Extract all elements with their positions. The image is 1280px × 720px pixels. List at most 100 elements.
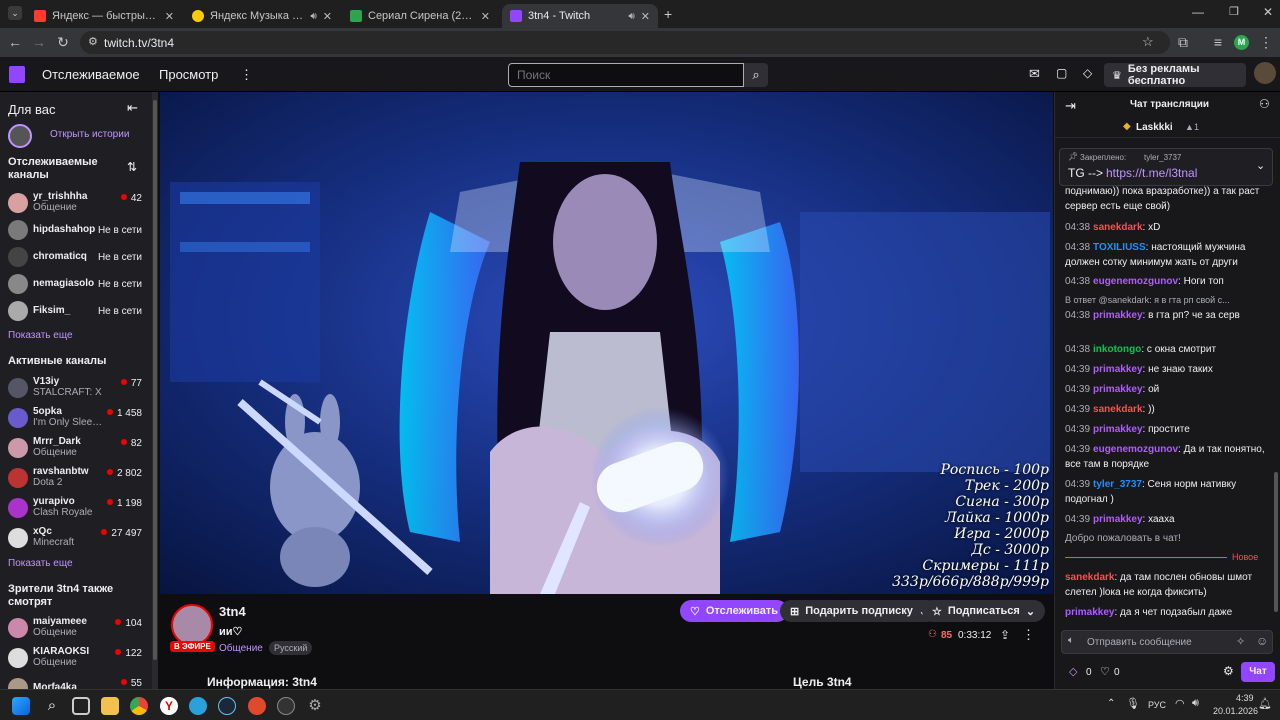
steam-icon[interactable] bbox=[218, 697, 236, 715]
sidebar-channel[interactable]: KIARAOKSI Общение 122 bbox=[0, 645, 150, 671]
close-icon[interactable]: ✕ bbox=[481, 10, 490, 23]
app-icon[interactable] bbox=[248, 697, 266, 715]
wifi-icon[interactable]: ◠ bbox=[1175, 697, 1185, 710]
sidebar-channel[interactable]: nemagiasolo Не в сети bbox=[0, 271, 150, 297]
sidebar-channel[interactable]: 5opka I'm Only Sleep... 1 458 bbox=[0, 405, 150, 431]
chat-send-button[interactable]: Чат bbox=[1241, 662, 1275, 682]
site-info-icon[interactable]: ⚙ bbox=[88, 35, 98, 48]
sidebar-scrollbar[interactable] bbox=[152, 92, 158, 689]
emote-picker-icon[interactable]: ✧ bbox=[1236, 635, 1245, 648]
speaker-muted-icon[interactable]: 🔈︎ bbox=[1068, 635, 1074, 646]
close-window-button[interactable]: ✕ bbox=[1263, 5, 1273, 19]
volume-icon[interactable]: 🔊︎ bbox=[1192, 697, 1199, 710]
tray-chevron-icon[interactable]: ⌃ bbox=[1107, 698, 1115, 709]
gift-sub-button[interactable]: ⊞ Подарить подписку ⌄ bbox=[780, 600, 939, 622]
search-field[interactable] bbox=[508, 63, 744, 87]
chat-input-box[interactable]: 🔈︎ Отправить сообщение ✧ ☺ bbox=[1061, 630, 1273, 654]
sort-icon[interactable]: ⇅ bbox=[127, 160, 137, 174]
collapse-sidebar-icon[interactable]: ⇤ bbox=[127, 100, 138, 116]
chat-settings-icon[interactable]: ⚙ bbox=[1223, 664, 1234, 678]
speaker-icon[interactable]: 🔊︎ bbox=[310, 11, 316, 22]
sidebar-channel[interactable]: ravshanbtw Dota 2 2 802 bbox=[0, 465, 150, 491]
whispers-icon[interactable]: ▢ bbox=[1056, 66, 1067, 80]
nav-following[interactable]: Отслеживаемое bbox=[42, 67, 140, 82]
clock-time[interactable]: 4:39 bbox=[1236, 693, 1254, 703]
new-tab-button[interactable]: + bbox=[664, 6, 672, 22]
microphone-icon[interactable]: 🎙︎ bbox=[1126, 697, 1140, 710]
windows-start-icon[interactable] bbox=[12, 697, 30, 715]
task-view-icon[interactable] bbox=[72, 697, 90, 715]
inbox-icon[interactable]: ✉ bbox=[1029, 66, 1040, 82]
chat-username[interactable]: primakkey bbox=[1093, 310, 1142, 321]
language-tag[interactable]: Русский bbox=[269, 641, 313, 655]
sidebar-channel[interactable]: yr_trishhha Общение 42 bbox=[0, 190, 150, 216]
speaker-icon[interactable]: 🔊︎ bbox=[628, 11, 634, 22]
settings-icon[interactable]: ⚙ bbox=[306, 697, 324, 715]
sidebar-channel[interactable]: Fiksim_ Не в сети bbox=[0, 298, 150, 324]
chat-scrollbar[interactable] bbox=[1274, 472, 1278, 612]
clock-date[interactable]: 20.01.2026 bbox=[1213, 706, 1258, 716]
chat-username[interactable]: eugenemozgunov bbox=[1093, 444, 1178, 455]
show-more-active[interactable]: Показать еще bbox=[8, 558, 73, 569]
yandex-browser-icon[interactable]: Y bbox=[160, 697, 178, 715]
chrome-icon[interactable] bbox=[130, 697, 148, 715]
chat-username[interactable]: primakkey bbox=[1093, 364, 1142, 375]
chat-username[interactable]: primakkey bbox=[1093, 424, 1142, 435]
minimize-button[interactable]: — bbox=[1192, 5, 1204, 19]
notification-bell-icon[interactable]: 🔔︎ bbox=[1258, 697, 1272, 710]
forward-icon[interactable]: → bbox=[31, 34, 47, 50]
sidebar-channel[interactable]: yurapivo Clash Royale 1 198 bbox=[0, 495, 150, 521]
community-icon[interactable]: ⚇ bbox=[1259, 97, 1270, 111]
menu-icon[interactable]: ⋮ bbox=[1258, 34, 1274, 50]
pinned-message[interactable]: 📌︎ Закреплено: tyler_3737 TG --> https:/… bbox=[1059, 148, 1273, 186]
chat-username[interactable]: sanekdark bbox=[1065, 572, 1114, 583]
subscribe-button[interactable]: ☆ Подписаться ⌄ bbox=[922, 600, 1046, 622]
chat-username[interactable]: inkotongo bbox=[1093, 344, 1141, 355]
emoji-icon[interactable]: ☺ bbox=[1256, 634, 1268, 648]
tab-series[interactable]: Сериал Сирена (2018) Смотре ✕ bbox=[342, 4, 498, 28]
share-icon[interactable]: ⇪ bbox=[1000, 628, 1010, 642]
twitch-logo-icon[interactable] bbox=[9, 66, 25, 83]
sidebar-channel[interactable]: xQc Minecraft 27 497 bbox=[0, 525, 150, 551]
maximize-button[interactable]: ❐ bbox=[1229, 5, 1239, 18]
channel-name[interactable]: 3tn4 bbox=[219, 604, 246, 619]
close-icon[interactable]: ✕ bbox=[323, 10, 332, 23]
chat-username[interactable]: eugenemozgunov bbox=[1093, 276, 1178, 287]
top-user[interactable]: Laskkki bbox=[1136, 122, 1173, 133]
pinned-link[interactable]: https://t.me/l3tnal bbox=[1106, 166, 1197, 180]
chevron-down-icon[interactable]: ⌄ bbox=[1256, 159, 1265, 172]
category-link[interactable]: Общение bbox=[219, 643, 263, 654]
extensions-icon[interactable]: ⧉ bbox=[1175, 34, 1191, 50]
chat-username[interactable]: sanekdark bbox=[1093, 404, 1142, 415]
follow-button[interactable]: ♡ Отслеживать bbox=[680, 600, 789, 622]
collapse-chat-icon[interactable]: ⇥ bbox=[1065, 98, 1076, 114]
sidebar-channel[interactable]: chromaticq Не в сети bbox=[0, 244, 150, 270]
channel-points-icon[interactable]: ◇ bbox=[1069, 665, 1077, 678]
media-icon[interactable]: ≡ bbox=[1210, 34, 1226, 50]
language-indicator[interactable]: РУС bbox=[1148, 700, 1166, 710]
tab-yandex-music[interactable]: Яндекс Музыка — собира 🔊︎ ✕ bbox=[184, 4, 340, 28]
search-button[interactable]: ⌕ bbox=[744, 63, 768, 87]
close-icon[interactable]: ✕ bbox=[641, 10, 650, 23]
sidebar-channel[interactable]: hipdashahop Не в сети bbox=[0, 217, 150, 243]
chat-username[interactable]: TOXILIUSS bbox=[1093, 242, 1146, 253]
tab-search-icon[interactable]: ⌄ bbox=[8, 6, 22, 20]
sidebar-channel[interactable]: V13iy STALCRAFT: X 77 bbox=[0, 375, 150, 401]
chat-username[interactable]: tyler_3737 bbox=[1093, 479, 1142, 490]
user-avatar[interactable] bbox=[1254, 62, 1276, 84]
sidebar-channel[interactable]: maiyameee Общение 104 bbox=[0, 615, 150, 641]
chat-username[interactable]: primakkey bbox=[1065, 607, 1114, 618]
back-icon[interactable]: ← bbox=[7, 34, 23, 50]
chat-username[interactable]: primakkey bbox=[1093, 384, 1142, 395]
chat-username[interactable]: primakkey bbox=[1093, 514, 1142, 525]
bookmark-star-icon[interactable]: ☆ bbox=[1142, 34, 1154, 50]
address-field[interactable]: ⚙ twitch.tv/3tn4 ☆ bbox=[80, 31, 1170, 54]
close-icon[interactable]: ✕ bbox=[165, 10, 174, 23]
more-options-icon[interactable]: ⋮ bbox=[1022, 627, 1035, 643]
profile-avatar[interactable]: M bbox=[1234, 35, 1249, 50]
tab-twitch[interactable]: 3tn4 - Twitch 🔊︎ ✕ bbox=[502, 4, 658, 28]
telegram-icon[interactable] bbox=[189, 697, 207, 715]
sidebar-channel[interactable]: Morfa4ka 55 bbox=[0, 675, 150, 689]
reload-icon[interactable]: ↻ bbox=[55, 34, 71, 50]
nav-browse[interactable]: Просмотр bbox=[159, 67, 218, 82]
